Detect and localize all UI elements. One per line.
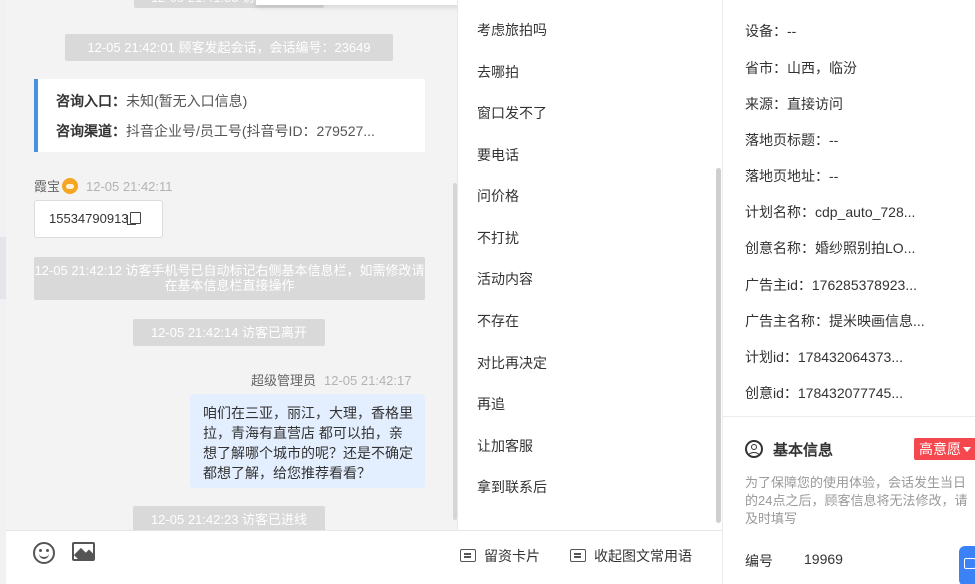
landing-title-field: 落地页标题：-- (745, 132, 839, 148)
visitor-name: 霞宝 (34, 179, 61, 194)
source-field: 来源：直接访问 (745, 96, 843, 112)
basic-info-label: 基本信息 (773, 442, 834, 459)
quick-phrase-list[interactable]: 考虑旅拍吗 去哪拍 窗口发不了 要电话 问价格 不打扰 活动内容 不存在 对比再… (459, 0, 722, 530)
chat-panel[interactable]: 12-05 21:41:53 访客已进线 12-05 21:42:01 顾客发起… (6, 0, 458, 584)
visitor-time: 12-05 21:42:11 (86, 179, 173, 194)
basic-info-title: 基本信息 (745, 439, 833, 460)
creative-id-field: 创意id：178432077745... (745, 385, 903, 401)
plan-name-field: 计划名称：cdp_auto_728... (745, 204, 916, 220)
user-icon (745, 440, 763, 458)
phone-number: 15534790913 (49, 211, 129, 226)
customer-info-panel: 设备：-- 省市：山西，临汾 来源：直接访问 落地页标题：-- 落地页地址：--… (723, 0, 975, 584)
phrase-item[interactable]: 窗口发不了 (477, 103, 547, 123)
phrase-item[interactable]: 不打扰 (477, 228, 519, 248)
device-field: 设备：-- (745, 23, 797, 39)
number-label: 编号 (745, 553, 773, 569)
plan-id-field: 计划id：178432064373... (745, 349, 903, 365)
province-field: 省市：山西，临汾 (745, 60, 857, 76)
phrase-item[interactable]: 问价格 (477, 186, 519, 206)
lead-card-label: 留资卡片 (484, 548, 540, 564)
floating-action-button[interactable] (959, 546, 975, 584)
agent-header: 超级管理员 12-05 21:42:17 (251, 370, 411, 389)
consult-info-card: 咨询入口：未知(暂无入口信息) 咨询渠道：抖音企业号/员工号(抖音号ID：279… (34, 79, 425, 152)
phrase-item[interactable]: 不存在 (477, 311, 519, 331)
system-message-left: 12-05 21:42:14 访客已离开 (133, 319, 325, 346)
entry-label: 咨询入口： (56, 93, 126, 109)
emoji-icon[interactable] (33, 542, 55, 564)
agent-name: 超级管理员 (251, 373, 317, 388)
intent-dropdown[interactable]: 高意愿 (914, 438, 975, 460)
phrase-item[interactable]: 让加客服 (477, 436, 533, 456)
advertiser-name-field: 广告主名称：提米映画信息... (745, 313, 925, 329)
tiger-emoji-icon (62, 178, 79, 194)
channel-label: 咨询渠道： (56, 123, 126, 139)
phrase-item[interactable]: 考虑旅拍吗 (477, 20, 547, 40)
advertiser-id-field: 广告主id：176285378923... (745, 277, 917, 293)
landing-url-field: 落地页地址：-- (745, 168, 839, 184)
phrase-item[interactable]: 再追 (477, 394, 505, 414)
phrase-item[interactable]: 去哪拍 (477, 62, 519, 82)
phrase-scrollbar[interactable] (716, 168, 721, 523)
card-icon (460, 549, 476, 562)
collapse-phrases-button[interactable]: 收起图文常用语 (570, 546, 692, 566)
caret-down-icon (963, 447, 971, 452)
number-value: 19969 (804, 551, 843, 567)
channel-value: 抖音企业号/员工号(抖音号ID：279527... (126, 123, 375, 139)
copy-icon[interactable] (126, 212, 141, 225)
system-message-phone-notice: 12-05 21:42:12 访客手机号已自动标记右侧基本信息栏，如需修改请在基… (34, 257, 425, 300)
phrase-item[interactable]: 活动内容 (477, 269, 533, 289)
agent-message-bubble: 咱们在三亚，丽江，大理，香格里拉，青海有直营店 都可以拍，亲想了解哪个城市的呢？… (190, 394, 425, 488)
message-input-toolbar[interactable] (6, 530, 458, 584)
list-icon (570, 549, 586, 562)
agent-time: 12-05 21:42:17 (324, 373, 412, 388)
image-icon[interactable] (72, 542, 95, 561)
creative-name-field: 创意名称：婚纱照别拍LO... (745, 240, 916, 256)
edit-notice: 为了保障您的使用体验，会话发生当日的24点之后，顾客信息将无法修改，请及时填写 (745, 475, 968, 526)
entry-value: 未知(暂无入口信息) (126, 93, 248, 109)
phone-message[interactable]: 15534790913 (34, 200, 163, 238)
chat-scrollbar[interactable] (453, 183, 457, 520)
popup-edge (256, 0, 457, 5)
phrase-item[interactable]: 拿到联系后 (477, 477, 547, 497)
system-message-reenter: 12-05 21:42:23 访客已进线 (133, 506, 325, 533)
collapse-phrases-label: 收起图文常用语 (594, 548, 692, 564)
system-message-session-start: 12-05 21:42:01 顾客发起会话，会话编号：23649 (65, 34, 393, 61)
phrase-item[interactable]: 要电话 (477, 145, 519, 165)
lead-card-button[interactable]: 留资卡片 (460, 546, 540, 566)
section-divider (723, 416, 975, 417)
visitor-header: 霞宝 12-05 21:42:11 (34, 176, 173, 195)
phrase-toolbar: 留资卡片 收起图文常用语 (458, 530, 722, 584)
intent-label: 高意愿 (919, 441, 961, 457)
phrase-item[interactable]: 对比再决定 (477, 353, 547, 373)
